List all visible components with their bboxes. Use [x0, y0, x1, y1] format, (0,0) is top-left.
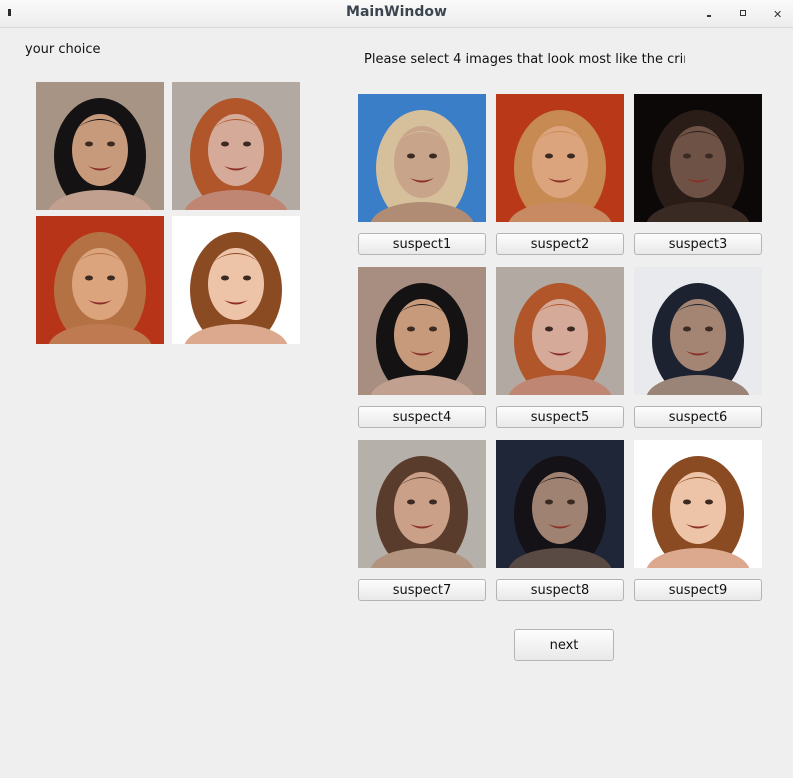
suspect-button-4[interactable]: suspect4	[358, 406, 486, 428]
suspect-button-8[interactable]: suspect8	[496, 579, 624, 601]
close-icon[interactable]: ✕	[769, 6, 785, 20]
chosen-image-4	[172, 216, 300, 344]
suspect-image-9	[634, 440, 762, 568]
suspect-button-2[interactable]: suspect2	[496, 233, 624, 255]
suspect-button-5[interactable]: suspect5	[496, 406, 624, 428]
window-title: MainWindow	[346, 4, 447, 20]
your-choice-label: your choice	[25, 42, 101, 57]
maximize-icon[interactable]	[735, 6, 751, 20]
suspect-image-1	[358, 94, 486, 222]
suspect-image-3	[634, 94, 762, 222]
next-button[interactable]: next	[514, 629, 614, 661]
suspect-image-6	[634, 267, 762, 395]
chosen-image-1	[36, 82, 164, 210]
suspect-image-2	[496, 94, 624, 222]
chosen-image-2	[172, 82, 300, 210]
suspect-image-7	[358, 440, 486, 568]
minimize-icon[interactable]	[701, 6, 717, 20]
instruction-label: Please select 4 images that look most li…	[364, 52, 685, 67]
suspect-button-7[interactable]: suspect7	[358, 579, 486, 601]
suspect-image-8	[496, 440, 624, 568]
suspect-button-1[interactable]: suspect1	[358, 233, 486, 255]
suspect-button-9[interactable]: suspect9	[634, 579, 762, 601]
suspect-button-6[interactable]: suspect6	[634, 406, 762, 428]
suspect-button-3[interactable]: suspect3	[634, 233, 762, 255]
chosen-image-3	[36, 216, 164, 344]
suspect-image-5	[496, 267, 624, 395]
suspect-image-4	[358, 267, 486, 395]
title-bar: MainWindow ✕	[0, 0, 793, 28]
